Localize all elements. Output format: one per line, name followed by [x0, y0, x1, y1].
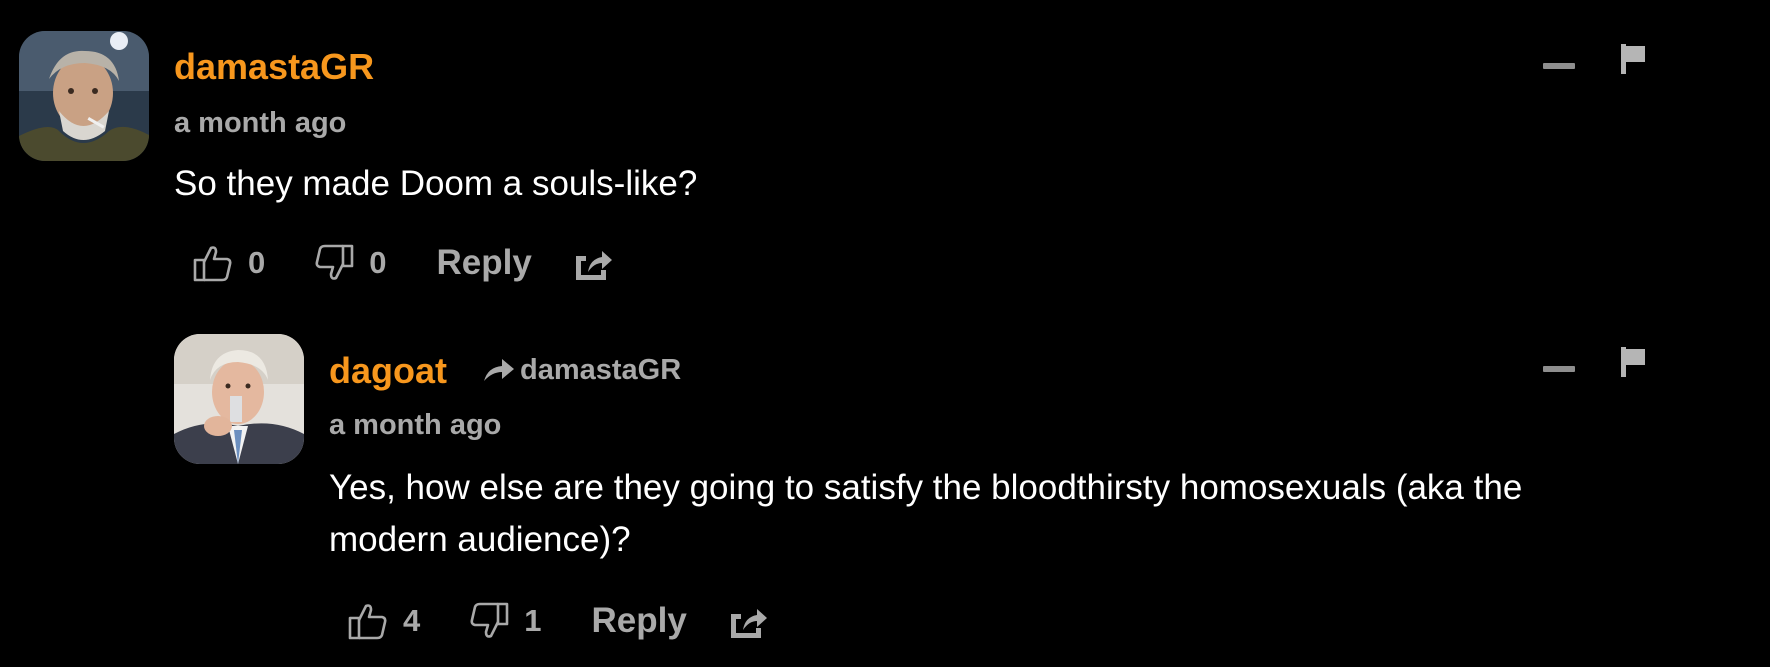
minus-icon[interactable]: [1543, 366, 1575, 372]
username[interactable]: dagoat: [329, 350, 447, 392]
timestamp: a month ago: [174, 107, 347, 139]
username[interactable]: damastaGR: [174, 46, 374, 88]
like-group: 0: [192, 242, 265, 284]
avatar[interactable]: [174, 334, 304, 464]
share-icon[interactable]: [727, 600, 769, 642]
comment-actions: 4 1 Reply: [347, 596, 769, 646]
reply-to-username: damastaGR: [520, 354, 682, 386]
dislike-group: 1: [468, 600, 542, 642]
flag-icon[interactable]: [1619, 347, 1647, 377]
reply-button[interactable]: Reply: [437, 243, 532, 283]
like-count: 4: [403, 603, 421, 638]
thumbs-up-icon[interactable]: [192, 242, 234, 284]
timestamp: a month ago: [329, 409, 502, 441]
avatar[interactable]: [19, 31, 149, 161]
comment-actions: 0 0 Reply: [192, 238, 614, 288]
dislike-group: 0: [313, 242, 387, 284]
dislike-count: 0: [369, 245, 387, 280]
thumbs-down-icon[interactable]: [468, 600, 510, 642]
reply-to-link[interactable]: damastaGR: [482, 354, 681, 387]
thumbs-up-icon[interactable]: [347, 600, 389, 642]
flag-icon[interactable]: [1619, 44, 1647, 74]
minus-icon[interactable]: [1543, 63, 1575, 69]
reply-arrow-icon: [484, 358, 514, 381]
like-count: 0: [248, 245, 266, 280]
share-icon[interactable]: [572, 242, 614, 284]
comment-text: Yes, how else are they going to satisfy …: [329, 468, 1523, 559]
reply-comment: dagoat damastaGR a month ago Yes, how el…: [0, 300, 1770, 667]
like-group: 4: [347, 600, 420, 642]
comment-text: So they made Doom a souls-like?: [174, 164, 698, 203]
dislike-count: 1: [524, 603, 542, 638]
comment: damastaGR a month ago So they made Doom …: [0, 0, 1770, 300]
thumbs-down-icon[interactable]: [313, 242, 355, 284]
reply-button[interactable]: Reply: [592, 601, 687, 641]
